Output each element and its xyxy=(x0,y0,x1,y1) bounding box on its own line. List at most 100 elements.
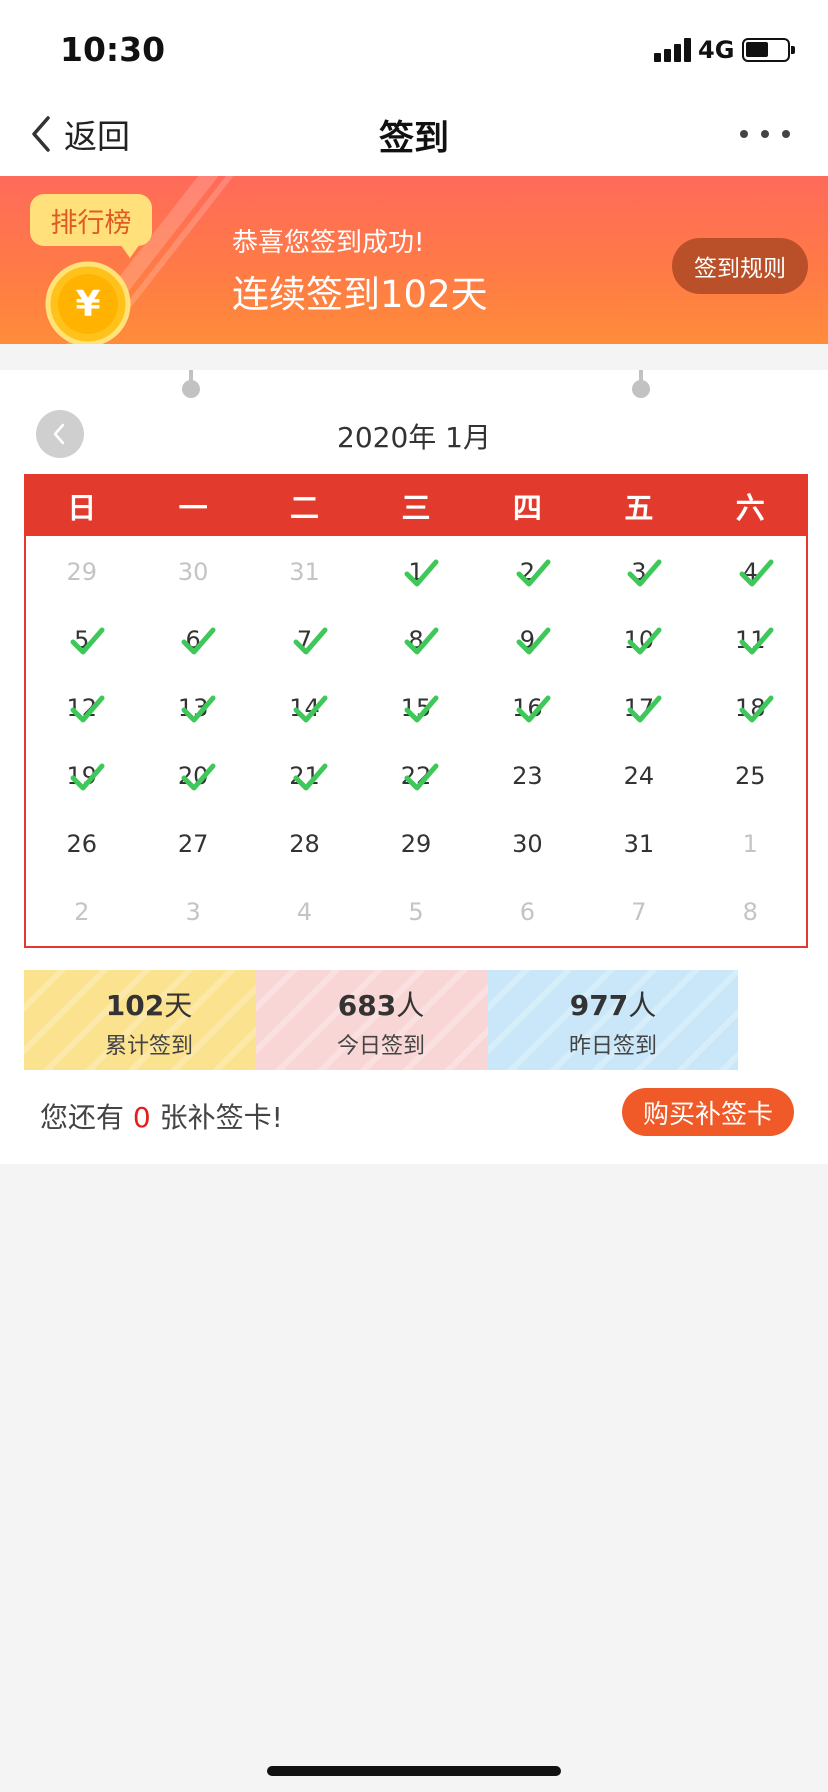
calendar-day[interactable]: 3 xyxy=(583,538,694,606)
calendar-day[interactable]: 4 xyxy=(695,538,806,606)
nav-bar: 返回 签到 xyxy=(0,92,828,176)
stat-box: 977人 昨日签到 xyxy=(488,970,738,1070)
calendar-day[interactable]: 15 xyxy=(360,674,471,742)
day-number: 3 xyxy=(185,898,201,926)
battery-icon xyxy=(742,38,795,62)
calendar-day[interactable]: 19 xyxy=(26,742,137,810)
stat-value-row: 102天 xyxy=(24,984,274,1024)
calendar-day[interactable]: 7 xyxy=(583,878,694,946)
coin-icon: ¥ xyxy=(45,261,131,344)
stat-label: 累计签到 xyxy=(104,1034,193,1059)
day-number: 29 xyxy=(400,830,432,858)
calendar-day[interactable]: 8 xyxy=(360,606,471,674)
makeup-prefix: 您还有 xyxy=(40,1101,125,1134)
calendar-day[interactable]: 2 xyxy=(26,878,137,946)
checkmark-icon xyxy=(739,559,774,587)
calendar-day[interactable]: 1 xyxy=(360,538,471,606)
signal-icon xyxy=(654,38,692,62)
checkmark-icon xyxy=(293,627,328,655)
back-label: 返回 xyxy=(64,117,130,156)
day-number: 2 xyxy=(74,898,90,926)
calendar-day[interactable]: 13 xyxy=(137,674,248,742)
weekday-label: 五 xyxy=(624,491,654,525)
ranking-badge[interactable]: 排行榜 xyxy=(30,194,152,258)
day-number: 4 xyxy=(296,898,313,926)
day-number: 24 xyxy=(623,762,655,790)
signin-rules-button[interactable]: 签到规则 xyxy=(672,238,808,294)
stat-unit: 人 xyxy=(396,989,425,1022)
calendar-day[interactable]: 28 xyxy=(249,810,360,878)
day-number: 27 xyxy=(177,830,209,858)
checkmark-icon xyxy=(70,763,105,791)
checkmark-icon xyxy=(516,627,551,655)
calendar-day[interactable]: 29 xyxy=(26,538,137,606)
binder-ring-icon xyxy=(182,370,200,398)
back-button[interactable]: 返回 xyxy=(26,106,130,162)
checkmark-icon xyxy=(516,559,551,587)
buy-makeup-card-button[interactable]: 购买补签卡 xyxy=(622,1088,794,1136)
weekday-header: 日一二三四五六 xyxy=(26,476,806,536)
dot-icon xyxy=(740,130,748,138)
calendar-day[interactable]: 22 xyxy=(360,742,471,810)
calendar-card: 2020年 1月 日一二三四五六 29 30 31 1 2 3 4 5 6 7 8 9 10 11 12 13… xyxy=(0,370,828,1164)
coin-symbol: ¥ xyxy=(75,284,100,325)
calendar-day[interactable]: 3 xyxy=(137,878,248,946)
calendar-day[interactable]: 1 xyxy=(695,810,806,878)
stat-label: 今日签到 xyxy=(336,1034,425,1059)
calendar-day[interactable]: 7 xyxy=(249,606,360,674)
calendar-day[interactable]: 2 xyxy=(472,538,583,606)
checkmark-icon xyxy=(404,627,439,655)
calendar-day[interactable]: 5 xyxy=(360,878,471,946)
calendar-day[interactable]: 10 xyxy=(583,606,694,674)
calendar-day[interactable]: 6 xyxy=(472,878,583,946)
calendar-day[interactable]: 14 xyxy=(249,674,360,742)
chevron-left-icon xyxy=(53,423,65,445)
day-number: 29 xyxy=(66,558,97,586)
calendar-day[interactable]: 30 xyxy=(472,810,583,878)
stat-unit: 人 xyxy=(628,989,657,1022)
stat-value: 683 xyxy=(337,989,397,1022)
calendar-day[interactable]: 30 xyxy=(137,538,248,606)
calendar-day[interactable]: 27 xyxy=(137,810,248,878)
calendar-day[interactable]: 17 xyxy=(583,674,694,742)
calendar-day[interactable]: 8 xyxy=(695,878,806,946)
calendar-day[interactable]: 6 xyxy=(137,606,248,674)
day-number: 31 xyxy=(623,830,655,858)
calendar-grid: 日一二三四五六 29 30 31 1 2 3 4 5 6 7 8 9 10 11 12 13 14 15 16 17 1… xyxy=(24,474,808,948)
checkmark-icon xyxy=(293,695,328,723)
checkmark-icon xyxy=(627,559,662,587)
calendar-day[interactable]: 21 xyxy=(249,742,360,810)
calendar-day[interactable]: 23 xyxy=(472,742,583,810)
calendar-day[interactable]: 31 xyxy=(249,538,360,606)
calendar-day[interactable]: 9 xyxy=(472,606,583,674)
checkmark-icon xyxy=(181,695,216,723)
prev-month-button[interactable] xyxy=(36,410,84,458)
stat-value-row: 977人 xyxy=(488,984,738,1024)
checkmark-icon xyxy=(70,627,105,655)
calendar-day[interactable]: 16 xyxy=(472,674,583,742)
day-number: 28 xyxy=(289,830,320,858)
calendar-day[interactable]: 24 xyxy=(583,742,694,810)
stat-unit: 天 xyxy=(164,989,193,1022)
month-title: 2020年 1月 xyxy=(337,421,491,454)
calendar-day[interactable]: 4 xyxy=(249,878,360,946)
calendar-days: 29 30 31 1 2 3 4 5 6 7 8 9 10 11 12 13 14 15 16 17 18 19 20 21 2… xyxy=(26,538,806,946)
calendar-day[interactable]: 11 xyxy=(695,606,806,674)
calendar-day[interactable]: 25 xyxy=(695,742,806,810)
calendar-day[interactable]: 26 xyxy=(26,810,137,878)
calendar-day[interactable]: 31 xyxy=(583,810,694,878)
calendar-day[interactable]: 12 xyxy=(26,674,137,742)
calendar-day[interactable]: 29 xyxy=(360,810,471,878)
stat-value: 102 xyxy=(105,989,165,1022)
status-bar: 10:30 4G xyxy=(0,0,828,92)
stat-box: 102天累计签到 xyxy=(24,970,274,1070)
checkmark-icon xyxy=(404,695,439,723)
checkmark-icon xyxy=(739,695,774,723)
more-options-button[interactable] xyxy=(740,120,790,148)
checkmark-icon xyxy=(293,763,328,791)
checkmark-icon xyxy=(627,695,662,723)
calendar-day[interactable]: 5 xyxy=(26,606,137,674)
calendar-day[interactable]: 20 xyxy=(137,742,248,810)
calendar-day[interactable]: 18 xyxy=(695,674,806,742)
day-number: 1 xyxy=(742,830,758,858)
